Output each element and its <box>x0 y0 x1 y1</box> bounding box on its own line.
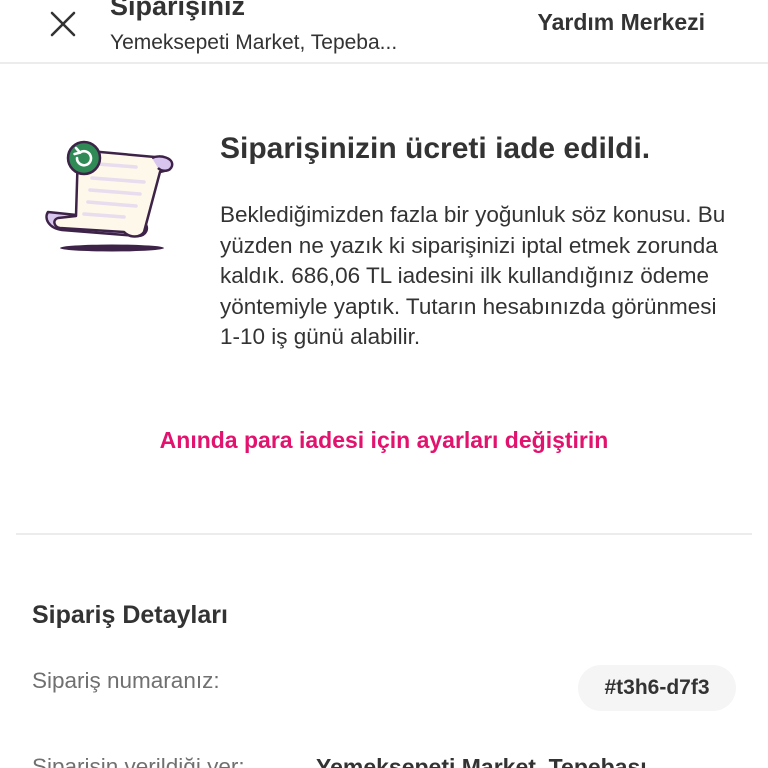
close-button[interactable] <box>38 0 88 48</box>
help-center-link[interactable]: Yardım Merkezi <box>538 8 705 36</box>
refund-message: Beklediğimizden fazla bir yoğunluk söz k… <box>220 202 726 349</box>
refund-title: Siparişinizin ücreti iade edildi. <box>220 132 651 165</box>
order-page: Siparişiniz Yemeksepeti Market, Tepeba..… <box>0 0 768 768</box>
instant-refund-settings-link[interactable]: Anında para iadesi için ayarları değişti… <box>0 424 768 456</box>
order-details-heading: Sipariş Detayları <box>32 601 228 629</box>
refund-receipt-icon <box>45 140 174 252</box>
section-divider <box>16 533 752 535</box>
order-number-badge[interactable]: #t3h6-d7f3 <box>578 665 736 711</box>
vendor-subtitle: Yemeksepeti Market, Tepeba... <box>110 31 398 54</box>
app-header: Siparişiniz Yemeksepeti Market, Tepeba..… <box>0 0 768 64</box>
page-title: Siparişiniz <box>110 0 246 21</box>
ordered-from-value: Yemeksepeti Market, Tepebaşı <box>316 754 647 768</box>
order-number-label: Sipariş numaranız: <box>32 668 220 693</box>
ordered-from-label: Siparişin verildiği yer: <box>32 754 245 768</box>
close-icon <box>50 11 76 37</box>
